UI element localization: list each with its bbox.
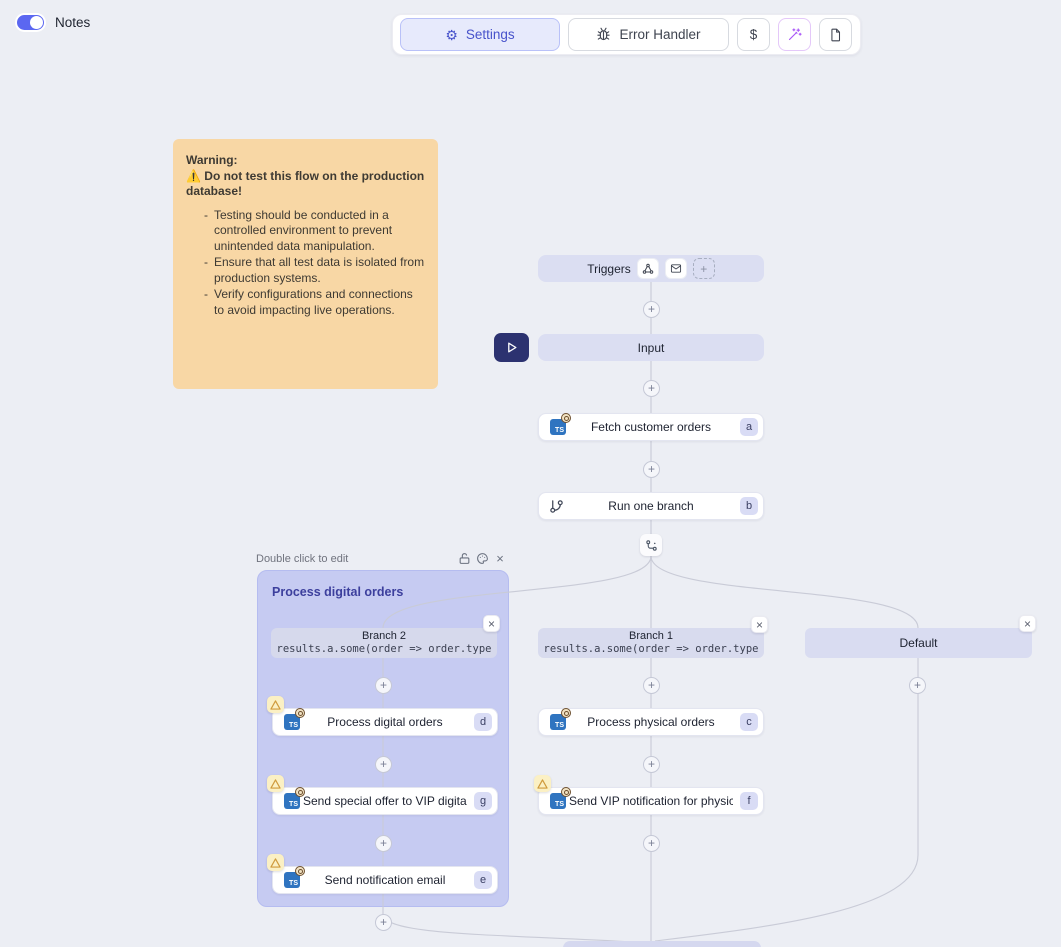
- step-send-notification-email[interactable]: TS Send notification email e: [272, 866, 498, 894]
- remove-branch-button[interactable]: [1019, 615, 1036, 632]
- note-bullet: Verify configurations and connections to…: [204, 287, 425, 318]
- branch-expression: results.a.some(order => order.type: [277, 643, 492, 656]
- error-handler-button-label: Error Handler: [619, 27, 700, 42]
- step-send-special-offer[interactable]: TS Send special offer to VIP digital c..…: [272, 787, 498, 815]
- step-label: Process physical orders: [569, 715, 733, 729]
- step-id-badge: f: [740, 792, 758, 810]
- warning-triangle-icon[interactable]: [534, 775, 551, 792]
- workers-cost-button[interactable]: $: [737, 18, 770, 51]
- step-label: Send VIP notification for physical...: [569, 794, 733, 808]
- typescript-icon: TS: [284, 793, 300, 809]
- add-step-button[interactable]: [643, 380, 660, 397]
- file-icon: [829, 28, 843, 42]
- step-id-badge: c: [740, 713, 758, 731]
- warning-triangle-icon[interactable]: [267, 696, 284, 713]
- add-step-button[interactable]: [375, 677, 392, 694]
- group-hint-row: Double click to edit ×: [256, 551, 509, 566]
- step-run-one-branch[interactable]: Run one branch b: [538, 492, 764, 520]
- step-label: Send notification email: [303, 873, 467, 887]
- run-flow-button[interactable]: [494, 333, 529, 362]
- step-id-badge: b: [740, 497, 758, 515]
- typescript-icon: TS: [550, 419, 566, 435]
- add-step-button[interactable]: [643, 677, 660, 694]
- group-process-digital-orders[interactable]: Process digital orders: [257, 570, 509, 907]
- step-id-badge: e: [474, 871, 492, 889]
- connector-wires: [0, 0, 1061, 947]
- default-branch-node[interactable]: Default: [805, 628, 1032, 658]
- add-trigger-button[interactable]: [693, 258, 715, 279]
- branch2-node[interactable]: Branch 2 results.a.some(order => order.t…: [271, 628, 497, 658]
- note-bullet: Ensure that all test data is isolated fr…: [204, 255, 425, 286]
- step-process-digital-orders[interactable]: TS Process digital orders d: [272, 708, 498, 736]
- notes-toggle-label: Notes: [55, 15, 90, 30]
- step-send-vip-notification[interactable]: TS Send VIP notification for physical...…: [538, 787, 764, 815]
- add-step-button[interactable]: [375, 835, 392, 852]
- branch-label: Branch 1: [629, 630, 673, 643]
- step-fetch-customer-orders[interactable]: TS Fetch customer orders a: [538, 413, 764, 441]
- error-handler-button[interactable]: Error Handler: [568, 18, 729, 51]
- note-title: Warning:: [186, 153, 238, 167]
- branch-split-icon[interactable]: [640, 534, 662, 556]
- toggle-knob: [30, 16, 43, 29]
- notes-toggle[interactable]: [17, 15, 44, 30]
- typescript-icon: TS: [284, 714, 300, 730]
- note-bullet-list: Testing should be conducted in a control…: [186, 208, 425, 319]
- remove-branch-button[interactable]: [751, 616, 768, 633]
- typescript-icon: TS: [550, 714, 566, 730]
- export-doc-button[interactable]: [819, 18, 852, 51]
- group-hint-label: Double click to edit: [256, 553, 348, 565]
- typescript-icon: TS: [550, 793, 566, 809]
- step-id-badge: g: [474, 792, 492, 810]
- sticky-note[interactable]: Warning: ⚠️ Do not test this flow on the…: [173, 139, 438, 389]
- next-step-node[interactable]: [563, 941, 761, 947]
- step-label: Fetch customer orders: [569, 420, 733, 434]
- email-trigger-icon[interactable]: [665, 258, 687, 279]
- triggers-label: Triggers: [587, 262, 631, 276]
- branch-label: Default: [899, 637, 937, 650]
- gear-icon: ⚙: [445, 28, 458, 42]
- typescript-icon: TS: [284, 872, 300, 888]
- bug-icon: [596, 27, 611, 42]
- flow-toolbar: ⚙ Settings Error Handler $: [392, 14, 861, 55]
- note-bullet: Testing should be conducted in a control…: [204, 208, 425, 255]
- input-node-label: Input: [638, 341, 665, 355]
- branch-label: Branch 2: [362, 630, 406, 643]
- branch-expression: results.a.some(order => order.type: [544, 643, 759, 656]
- note-alert: ⚠️ Do not test this flow on the producti…: [186, 169, 424, 199]
- git-branch-icon: [549, 499, 564, 514]
- add-step-button[interactable]: [909, 677, 926, 694]
- triggers-node[interactable]: Triggers: [538, 255, 764, 282]
- remove-branch-button[interactable]: [483, 615, 500, 632]
- flow-canvas: Notes ⚙ Settings Error Handler $: [0, 0, 1061, 947]
- add-step-button[interactable]: [643, 756, 660, 773]
- group-title: Process digital orders: [272, 585, 403, 599]
- close-icon[interactable]: ×: [491, 551, 509, 566]
- wand-sparkles-icon: [787, 27, 802, 42]
- add-step-button[interactable]: [375, 914, 392, 931]
- warning-triangle-icon[interactable]: [267, 775, 284, 792]
- warning-triangle-icon[interactable]: [267, 854, 284, 871]
- add-step-button[interactable]: [643, 301, 660, 318]
- dollar-label: $: [750, 27, 758, 42]
- step-id-badge: d: [474, 713, 492, 731]
- webhook-trigger-icon[interactable]: [637, 258, 659, 279]
- settings-button-label: Settings: [466, 27, 515, 42]
- input-node[interactable]: Input: [538, 334, 764, 361]
- step-label: Send special offer to VIP digital c...: [303, 794, 467, 808]
- step-label: Run one branch: [569, 499, 733, 513]
- step-process-physical-orders[interactable]: TS Process physical orders c: [538, 708, 764, 736]
- step-label: Process digital orders: [303, 715, 467, 729]
- settings-button[interactable]: ⚙ Settings: [400, 18, 560, 51]
- palette-icon[interactable]: [473, 552, 491, 565]
- branch1-node[interactable]: Branch 1 results.a.some(order => order.t…: [538, 628, 764, 658]
- lock-open-icon[interactable]: [455, 552, 473, 565]
- add-step-button[interactable]: [643, 461, 660, 478]
- add-step-button[interactable]: [375, 756, 392, 773]
- add-step-button[interactable]: [643, 835, 660, 852]
- step-id-badge: a: [740, 418, 758, 436]
- ai-assistant-button[interactable]: [778, 18, 811, 51]
